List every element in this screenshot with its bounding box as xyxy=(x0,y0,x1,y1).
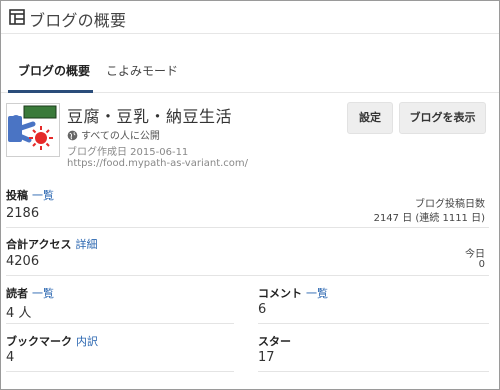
readers-count: 4 人 xyxy=(6,306,32,321)
post-days-value: 2147 日 (連続 1111 日) xyxy=(373,213,485,224)
visibility-label: すべての人に公開 xyxy=(81,131,160,142)
stars-label: スター xyxy=(258,335,291,348)
tab-blog-overview[interactable]: ブログの概要 xyxy=(18,62,90,79)
settings-button[interactable]: 設定 xyxy=(347,102,393,134)
blog-icon[interactable] xyxy=(6,103,60,157)
readers-list-link[interactable]: 一覧 xyxy=(32,287,54,300)
posts-label: 投稿 一覧 xyxy=(6,187,54,203)
divider xyxy=(6,227,489,228)
posts-list-link[interactable]: 一覧 xyxy=(32,189,54,202)
post-days-label: ブログ投稿日数 xyxy=(415,199,485,210)
visibility-status: すべての人に公開 xyxy=(67,127,160,142)
comments-count: 6 xyxy=(258,302,267,317)
active-tab-indicator xyxy=(8,90,93,93)
globe-icon xyxy=(67,130,78,141)
posts-count: 2186 xyxy=(6,206,40,221)
blog-title[interactable]: 豆腐・豆乳・納豆生活 xyxy=(67,103,232,127)
comments-list-link[interactable]: 一覧 xyxy=(306,287,328,300)
access-count: 4206 xyxy=(6,254,40,269)
divider xyxy=(258,323,489,324)
divider xyxy=(6,275,489,276)
blog-url[interactable]: https://food.mypath-as-variant.com/ xyxy=(67,158,248,169)
access-label-text: 合計アクセス xyxy=(6,238,72,251)
readers-label: 読者 一覧 xyxy=(6,285,54,301)
stars-count: 17 xyxy=(258,350,275,365)
blog-logo-icon xyxy=(8,105,57,150)
tab-calendar-mode[interactable]: こよみモード xyxy=(106,62,178,79)
dashboard-icon xyxy=(9,9,25,25)
today-label: 今日 xyxy=(465,249,485,260)
comments-label: コメント 一覧 xyxy=(258,285,328,301)
today-value: 0 xyxy=(478,259,485,270)
bookmarks-breakdown-link[interactable]: 内訳 xyxy=(76,335,98,348)
divider xyxy=(6,371,234,372)
comments-label-text: コメント xyxy=(258,287,302,300)
divider xyxy=(258,371,489,372)
readers-label-text: 読者 xyxy=(6,287,28,300)
view-blog-button[interactable]: ブログを表示 xyxy=(399,102,486,134)
blog-created-date: ブログ作成日 2015-06-11 xyxy=(67,147,189,158)
access-detail-link[interactable]: 詳細 xyxy=(75,238,97,251)
panel-header: ブログの概要 xyxy=(1,1,499,34)
posts-label-text: 投稿 xyxy=(6,189,28,202)
panel-title: ブログの概要 xyxy=(29,11,127,30)
divider xyxy=(6,323,234,324)
bookmarks-label: ブックマーク 内訳 xyxy=(6,333,98,349)
bookmarks-count: 4 xyxy=(6,350,15,365)
access-label: 合計アクセス 詳細 xyxy=(6,236,97,252)
bookmarks-label-text: ブックマーク xyxy=(6,335,72,348)
